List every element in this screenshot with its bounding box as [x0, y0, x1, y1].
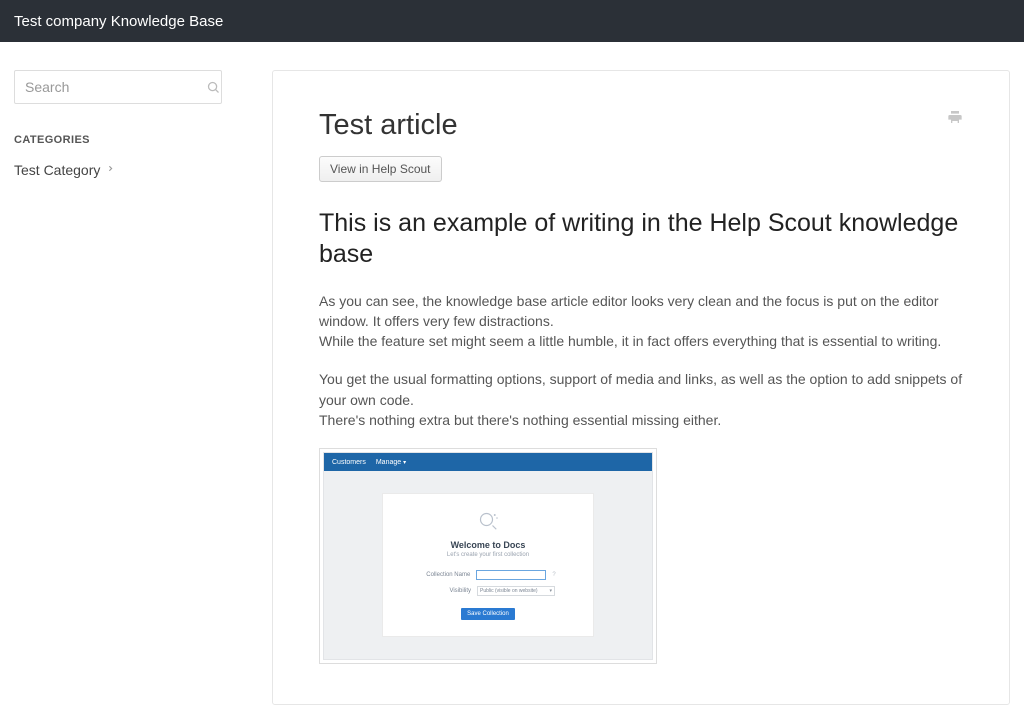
- view-in-help-scout-button[interactable]: View in Help Scout: [319, 156, 442, 182]
- page-layout: CATEGORIES Test Category Test article Vi…: [0, 42, 1024, 705]
- embedded-visibility-select: Public (visible on website) ▾: [477, 586, 555, 596]
- caret-down-icon: ▾: [403, 460, 406, 466]
- embedded-welcome-heading: Welcome to Docs: [451, 540, 526, 550]
- sidebar-item-test-category[interactable]: Test Category: [14, 162, 254, 178]
- embedded-panel: Welcome to Docs Let's create your first …: [382, 493, 594, 637]
- docs-icon: [475, 508, 501, 534]
- sidebar-item-label: Test Category: [14, 162, 100, 178]
- categories-heading: CATEGORIES: [14, 134, 254, 146]
- article-paragraph-1: As you can see, the knowledge base artic…: [319, 291, 963, 352]
- embedded-subtitle: Let's create your first collection: [447, 552, 529, 558]
- embedded-field-label: Visibility: [421, 588, 471, 594]
- embedded-row-collection-name: Collection Name ?: [401, 570, 575, 580]
- search-input[interactable]: [25, 79, 206, 95]
- embedded-collection-name-input: [476, 570, 546, 580]
- chevron-right-icon: [106, 164, 115, 176]
- article-heading: This is an example of writing in the Hel…: [319, 208, 963, 271]
- embedded-screenshot: Customers Manage ▾ Welcome to: [319, 448, 657, 664]
- article-title: Test article: [319, 109, 458, 142]
- embedded-visibility-value: Public (visible on website): [480, 588, 538, 594]
- chevron-down-icon: ▾: [549, 588, 552, 594]
- embedded-nav-manage: Manage ▾: [376, 459, 406, 466]
- search-icon: [206, 79, 221, 95]
- article-paragraph-2: You get the usual formatting options, su…: [319, 369, 963, 430]
- embedded-field-label: Collection Name: [420, 572, 470, 578]
- top-navbar: Test company Knowledge Base: [0, 0, 1024, 42]
- embedded-nav-customers: Customers: [332, 459, 366, 466]
- embedded-inner: Customers Manage ▾ Welcome to: [323, 452, 653, 660]
- site-title: Test company Knowledge Base: [14, 13, 223, 30]
- search-box[interactable]: [14, 70, 222, 104]
- sidebar: CATEGORIES Test Category: [14, 70, 254, 705]
- embedded-row-visibility: Visibility Public (visible on website) ▾: [401, 586, 575, 596]
- article-header: Test article: [319, 109, 963, 142]
- main-column: Test article View in Help Scout This is …: [254, 70, 1024, 705]
- print-icon[interactable]: [947, 109, 963, 130]
- embedded-topnav: Customers Manage ▾: [324, 453, 652, 471]
- help-icon: ?: [552, 572, 555, 578]
- article-card: Test article View in Help Scout This is …: [272, 70, 1010, 705]
- embedded-save-button: Save Collection: [461, 608, 515, 620]
